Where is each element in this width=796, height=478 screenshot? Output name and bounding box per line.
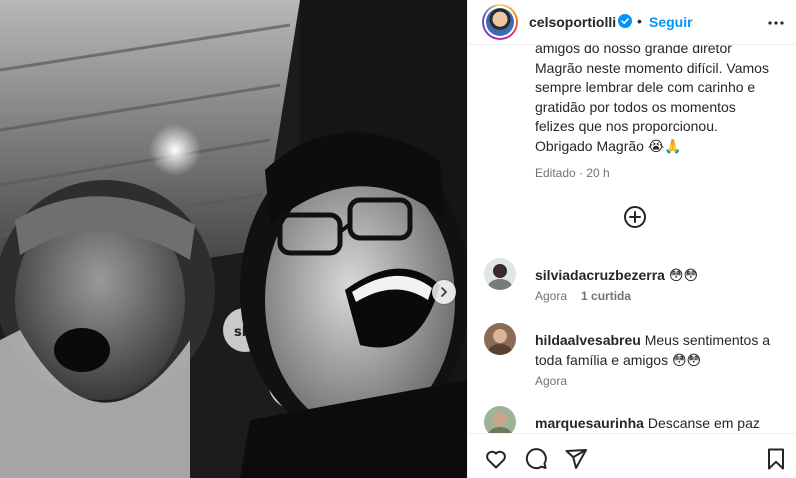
comment-username[interactable]: silviadacruzbezerra <box>535 267 665 283</box>
comment-icon[interactable] <box>524 447 548 471</box>
comment-meta: Agora <box>535 374 567 388</box>
post-photo: sbt sbt <box>0 0 467 478</box>
heart-icon[interactable] <box>484 447 508 471</box>
follow-button[interactable]: Seguir <box>649 14 693 30</box>
more-options-icon[interactable] <box>766 13 786 33</box>
comment-likes[interactable]: 1 curtida <box>581 289 631 303</box>
post-actions-bar <box>468 433 796 478</box>
caption-line: amigos do nosso grande diretor <box>535 45 732 56</box>
comment-text: 😳😳 <box>668 267 699 283</box>
next-media-button[interactable] <box>432 280 456 304</box>
author-username[interactable]: celsoportiolli <box>529 14 616 30</box>
caption-line: Obrigado Magrão 😭🙏 <box>535 137 682 154</box>
load-more-comments-icon[interactable] <box>623 205 647 229</box>
send-icon[interactable] <box>564 447 588 471</box>
comment-time: Agora <box>535 289 568 303</box>
comment-time: Agora <box>535 374 568 388</box>
caption-timestamp: Editado · 20 h <box>535 166 610 180</box>
chevron-right-icon <box>441 287 448 297</box>
header-separator: • <box>637 13 642 29</box>
comment-username[interactable]: marquesaurinha <box>535 415 644 431</box>
post-caption: amigos do nosso grande diretor Magrão ne… <box>535 45 785 156</box>
caption-line: sempre lembrar dele com carinho e <box>535 79 756 95</box>
author-avatar[interactable] <box>482 4 518 40</box>
post-media[interactable]: sbt sbt <box>0 0 467 478</box>
commenter-avatar[interactable] <box>484 323 516 355</box>
caption-line: gratidão por todos os momentos <box>535 98 736 115</box>
comments-scroll-area[interactable]: amigos do nosso grande diretor Magrão ne… <box>468 45 796 433</box>
caption-line: felizes que nos proporcionou. <box>535 118 718 134</box>
bookmark-icon[interactable] <box>764 447 788 471</box>
comment-username[interactable]: hildaalvesabreu <box>535 332 641 348</box>
post-details-panel: celsoportiolli • Seguir amigos do nosso … <box>467 0 796 478</box>
caption-line: Magrão neste momento difícil. Vamos <box>535 59 769 76</box>
verified-badge-icon <box>618 14 632 28</box>
comment-meta: Agora 1 curtida <box>535 289 631 303</box>
post-header: celsoportiolli • Seguir <box>468 0 796 45</box>
commenter-avatar[interactable] <box>484 258 516 290</box>
commenter-avatar[interactable] <box>484 406 516 433</box>
